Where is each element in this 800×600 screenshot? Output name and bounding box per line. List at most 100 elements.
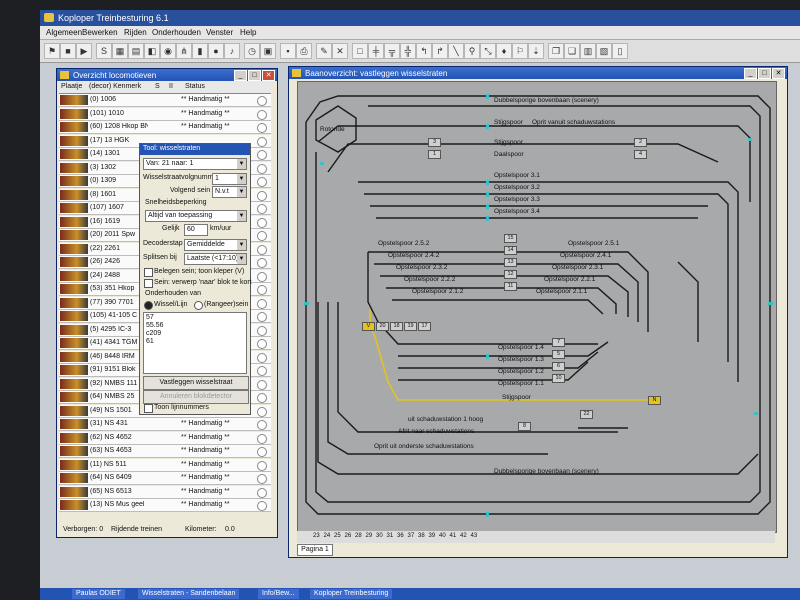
block-17[interactable]: 17 <box>418 322 431 331</box>
minimize-icon[interactable]: _ <box>744 68 757 79</box>
minimize-icon[interactable]: _ <box>234 70 247 81</box>
page-number[interactable]: 38 <box>418 533 425 539</box>
loco-select-radio[interactable] <box>257 96 267 106</box>
page-number[interactable]: 26 <box>345 533 352 539</box>
loco-select-radio[interactable] <box>257 447 267 457</box>
splitsen-select[interactable]: Laatste (<17:10) ▼ <box>184 253 247 265</box>
diagonal-icon[interactable]: ╲ <box>448 43 464 59</box>
loco-select-radio[interactable] <box>257 352 267 363</box>
page-number[interactable]: 24 <box>324 533 331 539</box>
cascade-icon[interactable]: ❏ <box>564 43 580 59</box>
branch-icon[interactable]: ╦ <box>384 43 400 59</box>
page-number[interactable]: 36 <box>397 533 404 539</box>
loco-select-radio[interactable] <box>257 325 267 336</box>
loco-select-radio[interactable] <box>257 217 267 228</box>
loco-row[interactable]: (62) NS 4652 ** Handmatig ** <box>59 431 271 445</box>
loco-select-radio[interactable] <box>257 204 267 214</box>
close-icon[interactable]: ✕ <box>332 43 348 59</box>
track-canvas[interactable]: Rotonde Dubbelsporige bovenbaan (scenery… <box>297 81 777 533</box>
loco-row[interactable]: (13) NS Mus geel ** Handmatig ** <box>59 499 271 512</box>
maximize-icon[interactable]: □ <box>758 68 771 79</box>
page-number[interactable]: 40 <box>439 533 446 539</box>
chevron-down-icon[interactable]: ▼ <box>237 174 246 184</box>
route-element-list[interactable]: 57 55.56 c209 61 <box>143 312 247 374</box>
menu-help[interactable]: Help <box>240 28 256 37</box>
block-13[interactable]: 13 <box>504 258 517 267</box>
edit-icon[interactable]: ✎ <box>316 43 332 59</box>
loco-select-radio[interactable] <box>257 406 267 417</box>
page-number[interactable]: 29 <box>366 533 373 539</box>
clock-icon[interactable]: ◷ <box>244 43 260 59</box>
print-icon[interactable]: ⎙ <box>296 43 312 59</box>
block-12[interactable]: 12 <box>504 270 517 279</box>
block-20[interactable]: 20 <box>376 322 389 331</box>
col-plaatje[interactable]: Plaatje <box>61 83 82 90</box>
block-8[interactable]: 8 <box>518 422 531 431</box>
block-5[interactable]: 5 <box>552 350 565 359</box>
loco-row[interactable]: (0) 1006 ** Handmatig ** <box>59 94 271 107</box>
block-22[interactable]: 22 <box>580 410 593 419</box>
loco-select-radio[interactable] <box>257 393 267 403</box>
loco-select-radio[interactable] <box>257 312 267 322</box>
page-number[interactable]: 23 <box>313 533 320 539</box>
block-2[interactable]: 2 <box>634 138 647 147</box>
route-select[interactable]: Van: 21 naar: 1 ▼ <box>143 158 247 170</box>
rail-icon[interactable]: ╪ <box>368 43 384 59</box>
block-7[interactable]: 7 <box>552 338 565 347</box>
loco-select-radio[interactable] <box>257 136 267 147</box>
turn-left-icon[interactable]: ↰ <box>416 43 432 59</box>
block-6[interactable]: 6 <box>552 362 565 371</box>
loco-select-radio[interactable] <box>257 474 267 484</box>
loco-select-radio[interactable] <box>257 487 267 498</box>
tab-pagina-1[interactable]: Pagina 1 <box>297 544 333 556</box>
belegen-sein-checkbox[interactable] <box>144 268 153 277</box>
close-icon[interactable]: ✕ <box>262 70 275 81</box>
page-number[interactable]: 43 <box>471 533 478 539</box>
menu-algemeen[interactable]: Algemeen <box>46 28 82 37</box>
block-3[interactable]: 3 <box>428 138 441 147</box>
loco-select-radio[interactable] <box>257 190 267 201</box>
col-ii[interactable]: II <box>169 83 173 90</box>
loco-select-radio[interactable] <box>257 366 267 376</box>
taskbar-item[interactable]: Koploper Treinbesturing <box>310 589 393 599</box>
loco-select-radio[interactable] <box>257 379 267 390</box>
block-4[interactable]: 4 <box>634 150 647 159</box>
photo-icon[interactable]: ▣ <box>260 43 276 59</box>
page-number[interactable]: 31 <box>387 533 394 539</box>
loco-row[interactable]: (64) NS 6409 ** Handmatig ** <box>59 472 271 485</box>
col-s[interactable]: S <box>155 83 160 90</box>
gelijk-input[interactable]: 60 <box>184 224 208 236</box>
tile-v-icon[interactable]: ▧ <box>596 43 612 59</box>
toon-lijnnummers-checkbox[interactable] <box>144 404 153 413</box>
col-status[interactable]: Status <box>185 83 205 90</box>
turn-right-icon[interactable]: ↱ <box>432 43 448 59</box>
switch-icon[interactable]: ⋔ <box>176 43 192 59</box>
play-icon[interactable]: ▶ <box>76 43 92 59</box>
loco-row[interactable]: (60) 1208 Hkop BNL ** Handmatig ** <box>59 121 271 134</box>
flag-blue-icon[interactable]: ⚐ <box>512 43 528 59</box>
tile-icon[interactable]: ▥ <box>580 43 596 59</box>
annuleren-button[interactable]: Annuleren blokdetector <box>143 390 249 404</box>
volgend-sein-select[interactable]: N.v.t ▼ <box>212 186 247 198</box>
loco-row[interactable]: (65) NS 6513 ** Handmatig ** <box>59 485 271 499</box>
loco-select-radio[interactable] <box>257 244 267 255</box>
down-icon[interactable]: ⇣ <box>528 43 544 59</box>
menu-rijden[interactable]: Rijden <box>124 28 147 37</box>
route-icon[interactable]: ⤡ <box>480 43 496 59</box>
loco-select-radio[interactable] <box>257 109 267 120</box>
flag-icon[interactable]: ⚑ <box>44 43 60 59</box>
page-number[interactable]: 28 <box>355 533 362 539</box>
loco-select-radio[interactable] <box>257 501 267 511</box>
page-number[interactable]: 42 <box>460 533 467 539</box>
signal-icon[interactable]: ◉ <box>160 43 176 59</box>
close-icon[interactable]: ✕ <box>772 68 785 79</box>
page-number[interactable]: 30 <box>376 533 383 539</box>
menu-onderhouden[interactable]: Onderhouden <box>152 28 201 37</box>
col-kenmerk[interactable]: (decor) Kenmerk <box>89 83 141 90</box>
lock-icon[interactable]: ▮ <box>192 43 208 59</box>
loco-select-radio[interactable] <box>257 231 267 241</box>
chevron-down-icon[interactable]: ▼ <box>237 254 246 264</box>
loco-select-radio[interactable] <box>257 258 267 268</box>
page-number[interactable]: 37 <box>408 533 415 539</box>
block-18[interactable]: 18 <box>390 322 403 331</box>
